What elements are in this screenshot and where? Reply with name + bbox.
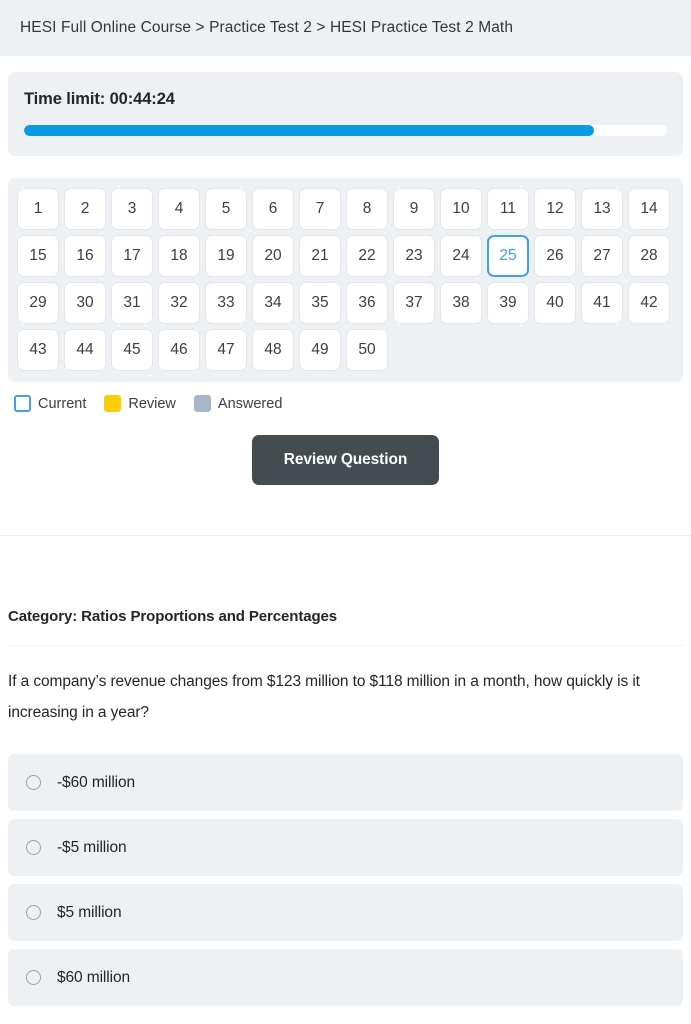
- question-number-28[interactable]: 28: [628, 235, 670, 277]
- legend-item-answered: Answered: [193, 395, 283, 412]
- answer-option-4[interactable]: $60 million: [8, 949, 683, 1006]
- section-divider: [0, 535, 691, 536]
- question-number-row: 1 2 3 4 5 6 7 8 9 10 11 12 13 14: [17, 188, 674, 230]
- legend-item-current: Current: [14, 395, 86, 412]
- current-swatch-icon: [14, 395, 31, 412]
- time-limit-label: Time limit: 00:44:24: [24, 90, 175, 108]
- question-number-11[interactable]: 11: [487, 188, 529, 230]
- answer-option-label: -$5 million: [57, 838, 127, 856]
- review-swatch-icon: [104, 395, 122, 412]
- question-category: Category: Ratios Proportions and Percent…: [8, 608, 338, 625]
- question-number-45[interactable]: 45: [111, 329, 153, 371]
- question-area: Category: Ratios Proportions and Percent…: [0, 608, 691, 1006]
- question-number-37[interactable]: 37: [393, 282, 435, 324]
- question-number-26[interactable]: 26: [534, 235, 576, 277]
- question-number-row: 43 44 45 46 47 48 49 50: [17, 329, 674, 371]
- breadcrumb[interactable]: HESI Full Online Course > Practice Test …: [20, 19, 513, 37]
- answer-option-1[interactable]: -$60 million: [8, 754, 683, 811]
- time-progress-fill: [24, 125, 594, 136]
- question-number-35[interactable]: 35: [299, 282, 341, 324]
- answer-option-label: -$60 million: [57, 773, 136, 791]
- timer-card: Time limit: 00:44:24: [8, 72, 683, 156]
- time-progress-track: [24, 125, 667, 136]
- answered-swatch-icon: [193, 395, 211, 412]
- question-number-14[interactable]: 14: [628, 188, 670, 230]
- question-number-31[interactable]: 31: [111, 282, 153, 324]
- question-number-12[interactable]: 12: [534, 188, 576, 230]
- question-number-32[interactable]: 32: [158, 282, 200, 324]
- radio-button-icon[interactable]: [26, 905, 41, 920]
- question-number-33[interactable]: 33: [205, 282, 247, 324]
- radio-button-icon[interactable]: [26, 775, 41, 790]
- question-number-19[interactable]: 19: [205, 235, 247, 277]
- question-number-49[interactable]: 49: [299, 329, 341, 371]
- question-number-2[interactable]: 2: [64, 188, 106, 230]
- question-number-18[interactable]: 18: [158, 235, 200, 277]
- answer-option-3[interactable]: $5 million: [8, 884, 683, 941]
- question-number-24[interactable]: 24: [440, 235, 482, 277]
- question-number-40[interactable]: 40: [534, 282, 576, 324]
- question-number-16[interactable]: 16: [64, 235, 106, 277]
- legend-item-review: Review: [104, 395, 176, 412]
- question-number-41[interactable]: 41: [581, 282, 623, 324]
- question-number-13[interactable]: 13: [581, 188, 623, 230]
- question-number-grid: 1 2 3 4 5 6 7 8 9 10 11 12 13 14 15 16 17 18 19 20 21 22 23 24 2…: [17, 188, 674, 371]
- question-number-8[interactable]: 8: [346, 188, 388, 230]
- question-number-39[interactable]: 39: [487, 282, 529, 324]
- question-number-36[interactable]: 36: [346, 282, 388, 324]
- question-navigator-panel: 1 2 3 4 5 6 7 8 9 10 11 12 13 14 15 16 17 18 19 20 21 22 23 24 2…: [8, 178, 683, 382]
- question-number-34[interactable]: 34: [252, 282, 294, 324]
- answer-option-label: $60 million: [57, 968, 130, 986]
- question-number-3[interactable]: 3: [111, 188, 153, 230]
- answer-option-label: $5 million: [57, 903, 122, 921]
- category-divider: [8, 645, 683, 646]
- answer-option-2[interactable]: -$5 million: [8, 819, 683, 876]
- question-number-15[interactable]: 15: [17, 235, 59, 277]
- review-button-container: Review Question: [0, 435, 691, 485]
- question-prompt: If a company’s revenue changes from $123…: [8, 673, 640, 721]
- radio-button-icon[interactable]: [26, 970, 41, 985]
- question-number-21[interactable]: 21: [299, 235, 341, 277]
- question-number-47[interactable]: 47: [205, 329, 247, 371]
- question-number-38[interactable]: 38: [440, 282, 482, 324]
- question-number-27[interactable]: 27: [581, 235, 623, 277]
- legend-label: Review: [128, 395, 176, 412]
- question-number-4[interactable]: 4: [158, 188, 200, 230]
- question-number-25[interactable]: 25: [487, 235, 529, 277]
- question-number-44[interactable]: 44: [64, 329, 106, 371]
- question-number-6[interactable]: 6: [252, 188, 294, 230]
- question-number-30[interactable]: 30: [64, 282, 106, 324]
- question-number-50[interactable]: 50: [346, 329, 388, 371]
- question-number-row: 29 30 31 32 33 34 35 36 37 38 39 40 41 42: [17, 282, 674, 324]
- answer-options-list: -$60 million -$5 million $5 million $60 mil…: [8, 754, 683, 1006]
- grid-legend: Current Review Answered: [14, 395, 691, 412]
- question-number-17[interactable]: 17: [111, 235, 153, 277]
- legend-label: Current: [38, 395, 87, 412]
- question-number-48[interactable]: 48: [252, 329, 294, 371]
- radio-button-icon[interactable]: [26, 840, 41, 855]
- legend-label: Answered: [217, 395, 283, 412]
- question-number-22[interactable]: 22: [346, 235, 388, 277]
- question-number-23[interactable]: 23: [393, 235, 435, 277]
- question-number-29[interactable]: 29: [17, 282, 59, 324]
- question-number-1[interactable]: 1: [17, 188, 59, 230]
- question-number-9[interactable]: 9: [393, 188, 435, 230]
- review-question-button[interactable]: Review Question: [251, 435, 440, 485]
- breadcrumb-bar: HESI Full Online Course > Practice Test …: [0, 0, 691, 56]
- question-number-10[interactable]: 10: [440, 188, 482, 230]
- question-number-46[interactable]: 46: [158, 329, 200, 371]
- question-number-20[interactable]: 20: [252, 235, 294, 277]
- question-number-43[interactable]: 43: [17, 329, 59, 371]
- question-number-7[interactable]: 7: [299, 188, 341, 230]
- question-number-42[interactable]: 42: [628, 282, 670, 324]
- question-number-5[interactable]: 5: [205, 188, 247, 230]
- question-number-row: 15 16 17 18 19 20 21 22 23 24 25 26 27 28: [17, 235, 674, 277]
